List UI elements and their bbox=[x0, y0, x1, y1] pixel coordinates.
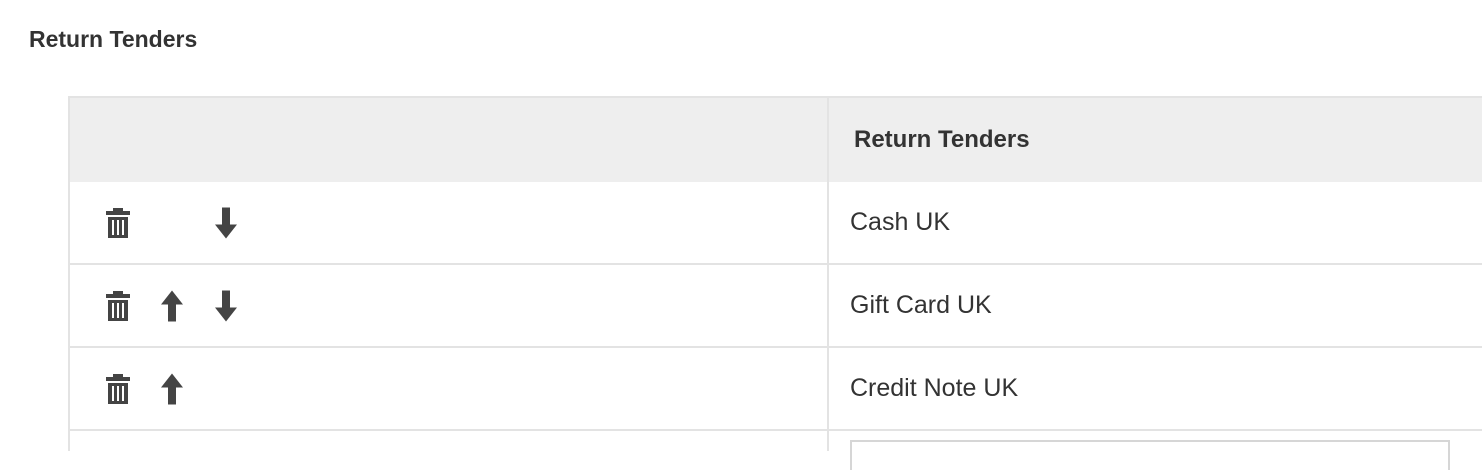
row-actions-cell bbox=[70, 431, 829, 451]
row-actions-cell bbox=[70, 265, 829, 346]
arrow-down-icon[interactable] bbox=[215, 207, 237, 238]
tender-name: Gift Card UK bbox=[850, 291, 992, 319]
header-name-cell: Return Tenders bbox=[854, 126, 1030, 153]
tender-name: Credit Note UK bbox=[850, 374, 1019, 402]
new-tender-cell bbox=[829, 431, 1482, 470]
table-header-row: Return Tenders bbox=[70, 98, 1482, 182]
arrow-down-icon[interactable] bbox=[215, 290, 237, 321]
trash-icon[interactable] bbox=[106, 290, 130, 321]
section-title: Return Tenders bbox=[29, 26, 198, 52]
trash-icon[interactable] bbox=[106, 207, 130, 238]
arrow-up-icon[interactable] bbox=[161, 373, 183, 404]
row-actions-cell bbox=[70, 182, 829, 263]
arrow-up-icon[interactable] bbox=[161, 290, 183, 321]
table-row: Credit Note UK bbox=[70, 348, 1482, 431]
table-row-new bbox=[70, 431, 1482, 470]
new-tender-input[interactable] bbox=[850, 440, 1450, 470]
header-actions-cell bbox=[70, 98, 829, 182]
trash-icon[interactable] bbox=[106, 373, 130, 404]
table-row: Cash UK bbox=[70, 182, 1482, 265]
tender-name: Cash UK bbox=[850, 208, 951, 236]
table-row: Gift Card UK bbox=[70, 265, 1482, 348]
return-tenders-table: Return Tenders Cash UK Gift Card UK Cred… bbox=[68, 96, 1482, 470]
row-actions-cell bbox=[70, 348, 829, 429]
